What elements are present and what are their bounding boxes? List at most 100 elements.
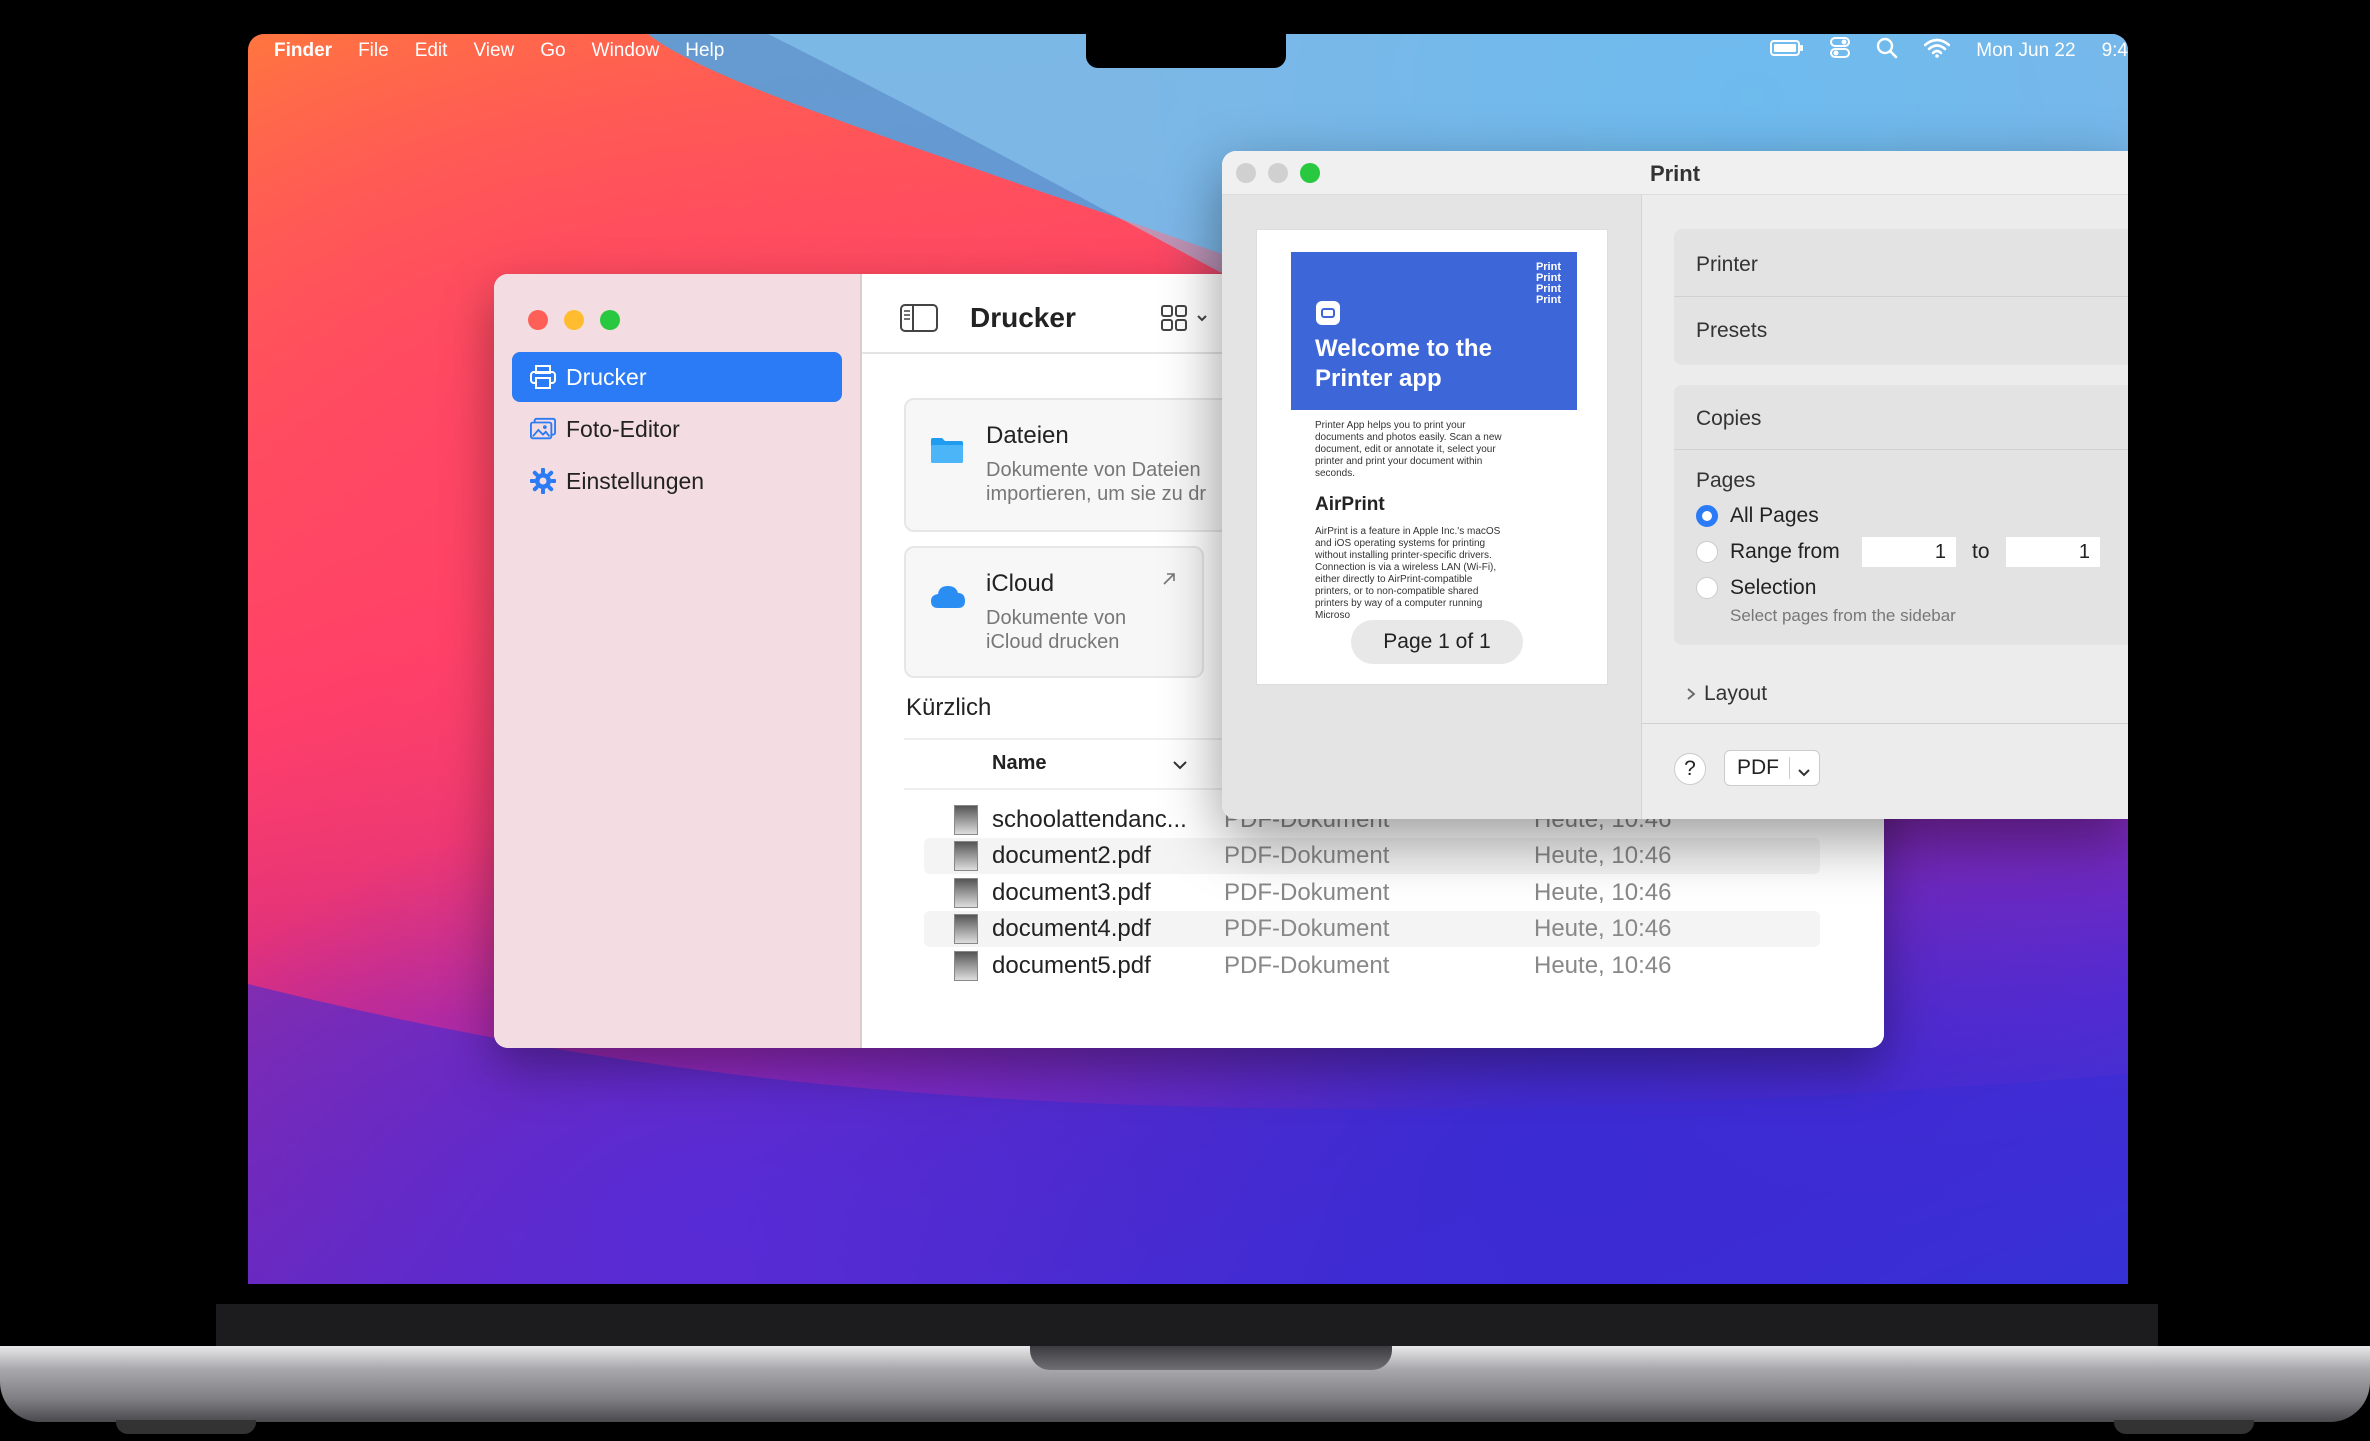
file-name: document2.pdf [992,842,1151,869]
preview-banner-print-stack: Print Print Print Print [1536,262,1561,306]
file-thumbnail [954,878,978,908]
divider [1674,449,2128,450]
divider [1642,723,2128,724]
gear-icon [530,468,556,494]
menubar-time[interactable]: 9:4 [2102,40,2128,62]
preview-banner-title-line: Welcome to the [1315,335,1492,362]
preview-text-line: printer and print your document within [1315,456,1483,467]
sidebar-item-einstellungen[interactable]: Einstellungen [512,456,842,506]
battery-icon[interactable] [1770,39,1804,63]
table-row[interactable]: document2.pdf PDF-Dokument Heute, 10:46 [924,838,1820,874]
range-end-input[interactable]: 1 [2006,537,2100,567]
zoom-button[interactable] [600,310,620,330]
copies-label[interactable]: Copies [1696,407,1761,431]
layout-label[interactable]: Layout [1704,682,1767,706]
sidebar-item-label: Einstellungen [566,467,705,494]
menu-app-finder[interactable]: Finder [274,40,332,62]
preview-text-line: documents and photos easily. Scan a new [1315,432,1502,443]
card-dateien[interactable]: Dateien Dokumente von Dateien importiere… [904,398,1244,532]
card-subtitle-line: Dokumente von [986,607,1127,629]
card-subtitle-line: iCloud drucken [986,631,1120,653]
laptop-opening-groove [1030,1346,1392,1370]
chevron-right-icon[interactable] [1686,687,1696,706]
range-radio[interactable] [1696,541,1718,563]
sidebar-toggle-icon[interactable] [900,304,938,337]
menu-window[interactable]: Window [592,40,660,62]
print-preview-pane: Welcome to the Printer app Print Print P… [1222,195,1642,819]
close-button[interactable] [528,310,548,330]
control-center-icon[interactable] [1830,37,1851,65]
external-link-icon[interactable] [1162,572,1176,591]
file-kind: PDF-Dokument [1224,915,1390,942]
wifi-icon[interactable] [1923,38,1951,64]
pdf-menu-button[interactable]: PDF [1724,750,1820,786]
menu-view[interactable]: View [473,40,514,62]
file-date: Heute, 10:46 [1534,952,1672,979]
range-from-label[interactable]: Range from [1730,540,1840,564]
search-icon[interactable] [1876,37,1898,65]
preview-banner-title: Welcome to the Printer app [1315,334,1492,394]
presets-label[interactable]: Presets [1696,319,1767,343]
column-header-name[interactable]: Name [992,752,1046,775]
hinge [216,1304,2158,1346]
file-kind: PDF-Dokument [1224,879,1390,906]
minimize-button[interactable] [564,310,584,330]
card-subtitle: Dokumente von Dateien importieren, um si… [986,458,1206,506]
print-word: Print [1535,294,1561,306]
section-title-recent: Kürzlich [906,694,992,721]
file-date: Heute, 10:46 [1534,915,1672,942]
card-subtitle-line: Dokumente von Dateien [986,459,1201,481]
pdf-label: PDF [1737,756,1779,779]
chevron-down-icon [1797,761,1811,785]
sidebar-item-foto-editor[interactable]: Foto-Editor [512,404,842,454]
page-indicator: Page 1 of 1 [1351,620,1523,664]
printer-group: Printer Presets [1674,229,2128,365]
preview-text-line: without installing printer-specific driv… [1315,550,1492,561]
file-thumbnail [954,951,978,981]
table-row[interactable]: document4.pdf PDF-Dokument Heute, 10:46 [924,911,1820,947]
file-name: document5.pdf [992,952,1151,979]
file-name: document4.pdf [992,915,1151,942]
pages-label: Pages [1696,469,1756,492]
window-controls [528,310,620,330]
preview-text-line: printers, or to non-compatible shared [1315,586,1479,597]
preview-heading: AirPrint [1315,494,1385,515]
page-preview: Welcome to the Printer app Print Print P… [1256,229,1608,685]
laptop-foot [116,1420,256,1434]
card-icloud[interactable]: iCloud Dokumente von iCloud drucken [904,546,1204,678]
printer-label[interactable]: Printer [1696,253,1758,277]
file-name: schoolattendanc... [992,806,1187,833]
card-subtitle-line: importieren, um sie zu dr [986,483,1207,505]
cloud-icon [930,584,966,615]
help-button[interactable]: ? [1674,753,1706,785]
menu-go[interactable]: Go [540,40,565,62]
file-thumbnail [954,805,978,835]
printer-app-icon [1315,300,1341,331]
preview-text-line: Connection is via a wireless LAN (Wi-Fi)… [1315,562,1497,573]
menu-edit[interactable]: Edit [415,40,448,62]
table-row[interactable]: document5.pdf PDF-Dokument Heute, 10:46 [924,948,1820,984]
preview-text-line: seconds. [1315,468,1356,479]
chevron-down-icon[interactable] [1172,758,1188,776]
table-row[interactable]: document3.pdf PDF-Dokument Heute, 10:46 [924,875,1820,911]
range-to-label: to [1972,540,1990,563]
all-pages-label[interactable]: All Pages [1730,504,1819,528]
selection-radio[interactable] [1696,577,1718,599]
preview-body-text: AirPrint is a feature in Apple Inc.'s ma… [1315,526,1545,626]
menu-help[interactable]: Help [685,40,724,62]
preview-text-line: printers by way of a computer running [1315,598,1483,609]
print-title: Print [1649,161,1701,186]
sidebar: Drucker Foto-Editor Einstellungen [494,274,862,1048]
sidebar-item-label: Drucker [566,363,647,390]
menubar-date[interactable]: Mon Jun 22 [1976,40,2075,62]
sidebar-item-drucker[interactable]: Drucker [512,352,842,402]
divider [1789,757,1790,779]
card-subtitle: Dokumente von iCloud drucken [986,606,1126,654]
preview-intro-text: Printer App helps you to print your docu… [1315,420,1545,480]
menu-file[interactable]: File [358,40,389,62]
all-pages-radio[interactable] [1696,505,1718,527]
selection-label[interactable]: Selection [1730,576,1816,600]
printer-icon [530,364,556,390]
view-grid-icon[interactable] [1160,304,1212,337]
range-start-input[interactable]: 1 [1862,537,1956,567]
